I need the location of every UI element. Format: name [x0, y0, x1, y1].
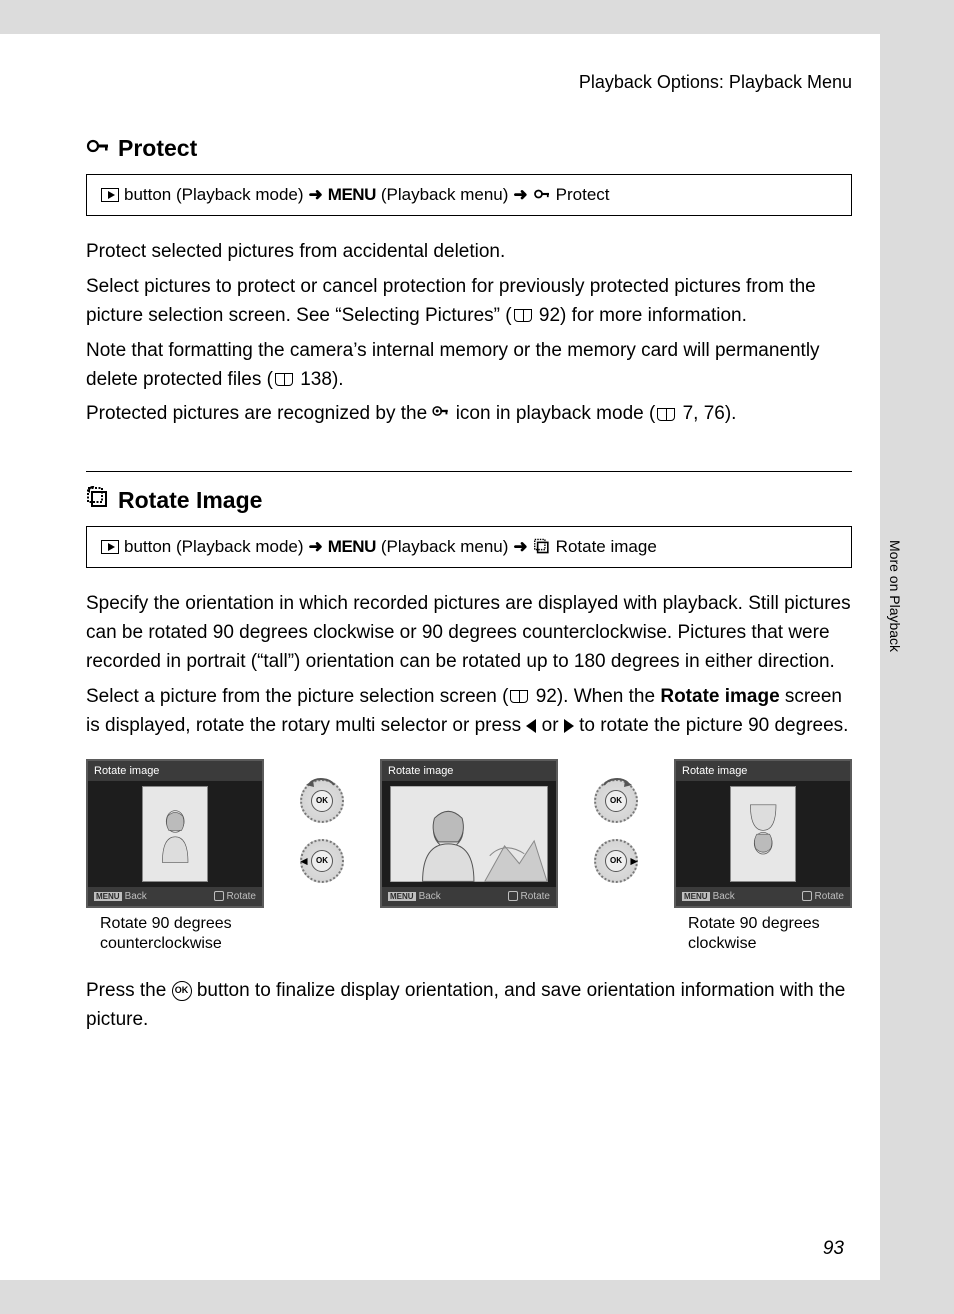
- side-section-label: More on Playback: [887, 540, 903, 652]
- lcd-body: [88, 781, 262, 887]
- protect-status-icon: [432, 403, 450, 426]
- screen-center: Rotate image MENUBack Rotate: [380, 759, 558, 908]
- breadcrumb-rotate: button (Playback mode) ➜ MENU (Playback …: [86, 526, 852, 568]
- lcd-screen: Rotate image MENUBack Rotate: [380, 759, 558, 908]
- book-icon: [657, 408, 675, 421]
- left-hint-icon: ◄: [298, 854, 310, 868]
- nav-step: button (Playback mode): [124, 185, 304, 205]
- dial-controls-left: OK OK ◄: [300, 759, 344, 883]
- lcd-footer: MENUBack Rotate: [382, 887, 556, 906]
- body-text: Select pictures to protect or cancel pro…: [86, 273, 852, 331]
- arrow-right-icon: ➜: [513, 185, 527, 205]
- section-title-protect: Protect: [86, 135, 852, 162]
- body-text: Protected pictures are recognized by the…: [86, 400, 852, 429]
- arrow-right-icon: ➜: [513, 537, 527, 557]
- section-divider: [86, 471, 852, 472]
- screen-caption: Rotate 90 degrees counterclockwise: [86, 914, 232, 956]
- menu-chip: MENU: [388, 892, 416, 901]
- lcd-title: Rotate image: [676, 761, 850, 781]
- arrow-right-icon: ➜: [309, 537, 323, 557]
- nav-step: (Playback menu): [381, 185, 509, 205]
- photo-preview: [730, 786, 796, 882]
- curve-cw-icon: [598, 771, 634, 787]
- dial-controls-right: OK OK ►: [594, 759, 638, 883]
- book-icon: [514, 309, 532, 322]
- lcd-title: Rotate image: [382, 761, 556, 781]
- nav-step: Protect: [556, 185, 610, 205]
- section-title-rotate: Rotate Image: [86, 486, 852, 514]
- rotary-dial-icon: OK ►: [594, 839, 638, 883]
- rotary-dial-icon: OK ◄: [300, 839, 344, 883]
- ok-label: OK: [311, 790, 333, 812]
- ok-label: OK: [311, 850, 333, 872]
- body-text: Specify the orientation in which recorde…: [86, 590, 852, 677]
- page-header: Playback Options: Playback Menu: [86, 72, 852, 93]
- ok-label: OK: [605, 850, 627, 872]
- key-icon: [86, 136, 110, 161]
- lcd-screen: Rotate image MENUBack Rotate: [674, 759, 852, 908]
- screen-ccw: Rotate image MENUBack Rotate Rotate 90 d…: [86, 759, 264, 956]
- lcd-title: Rotate image: [88, 761, 262, 781]
- body-text: Select a picture from the picture select…: [86, 683, 852, 741]
- rotate-icon: [86, 486, 110, 514]
- lcd-screen: Rotate image MENUBack Rotate: [86, 759, 264, 908]
- right-hint-icon: ►: [628, 854, 640, 868]
- rotary-dial-icon: OK: [300, 779, 344, 823]
- section-title-text: Protect: [118, 135, 197, 162]
- screen-cw: Rotate image MENUBack Rotate Rotate 90 d…: [674, 759, 852, 956]
- menu-label: MENU: [328, 185, 376, 205]
- manual-page: Playback Options: Playback Menu Protect …: [0, 34, 880, 1280]
- photo-preview: [390, 786, 548, 882]
- key-icon: [533, 187, 551, 204]
- nav-step: (Playback menu): [381, 537, 509, 557]
- nav-step: Rotate image: [556, 537, 657, 557]
- arrow-right-icon: ➜: [309, 185, 323, 205]
- ok-label: OK: [605, 790, 627, 812]
- body-text: Press the OK button to finalize display …: [86, 977, 852, 1035]
- rotate-screens-row: Rotate image MENUBack Rotate Rotate 90 d…: [86, 759, 852, 956]
- nav-step: button (Playback mode): [124, 537, 304, 557]
- playback-button-icon: [101, 540, 119, 554]
- left-arrow-icon: [526, 719, 536, 733]
- lcd-body: [676, 781, 850, 887]
- menu-chip: MENU: [94, 892, 122, 901]
- menu-label: MENU: [328, 537, 376, 557]
- screen-caption: Rotate 90 degrees clockwise: [674, 914, 820, 956]
- lcd-body: [382, 781, 556, 887]
- rotate-icon: [533, 538, 551, 557]
- lcd-footer: MENUBack Rotate: [88, 887, 262, 906]
- book-icon: [510, 690, 528, 703]
- curve-ccw-icon: [304, 771, 340, 787]
- playback-button-icon: [101, 188, 119, 202]
- photo-preview: [142, 786, 208, 882]
- rotary-dial-icon: OK: [594, 779, 638, 823]
- section-title-text: Rotate Image: [118, 487, 262, 514]
- body-text: Protect selected pictures from accidenta…: [86, 238, 852, 267]
- page-number: 93: [823, 1238, 844, 1260]
- menu-chip: MENU: [682, 892, 710, 901]
- lcd-footer: MENUBack Rotate: [676, 887, 850, 906]
- ok-button-icon: OK: [172, 981, 192, 1001]
- right-arrow-icon: [564, 719, 574, 733]
- book-icon: [275, 373, 293, 386]
- breadcrumb-protect: button (Playback mode) ➜ MENU (Playback …: [86, 174, 852, 216]
- body-text: Note that formatting the camera’s intern…: [86, 337, 852, 395]
